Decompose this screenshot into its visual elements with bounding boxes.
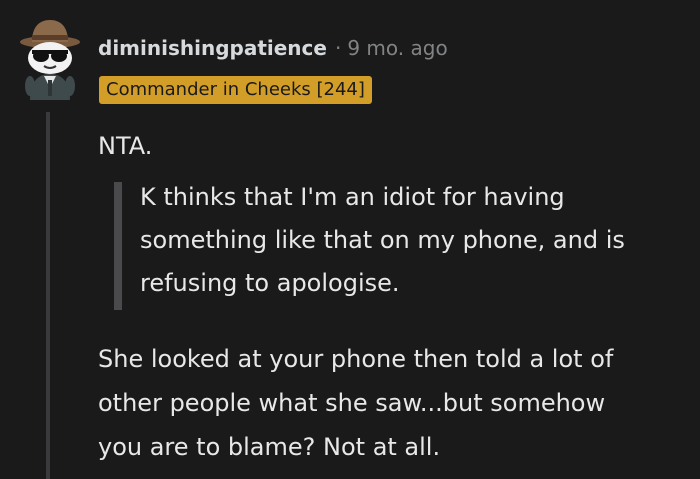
user-flair-badge: Commander in Cheeks [244] [99, 76, 372, 104]
blockquote: K thinks that I'm an idiot for having so… [114, 182, 684, 310]
timestamp[interactable]: 9 mo. ago [347, 36, 447, 60]
thread-collapse-line[interactable] [46, 112, 50, 479]
meta-separator: · [334, 36, 342, 60]
user-avatar-icon[interactable] [18, 16, 82, 100]
blockquote-text: K thinks that I'm an idiot for having so… [140, 183, 625, 297]
comment-paragraph-1: NTA. [98, 132, 153, 160]
comment-paragraph-2: She looked at your phone then told a lot… [98, 345, 614, 461]
comment-header: diminishingpatience · 9 mo. ago [98, 36, 448, 60]
username-link[interactable]: diminishingpatience [98, 36, 327, 60]
